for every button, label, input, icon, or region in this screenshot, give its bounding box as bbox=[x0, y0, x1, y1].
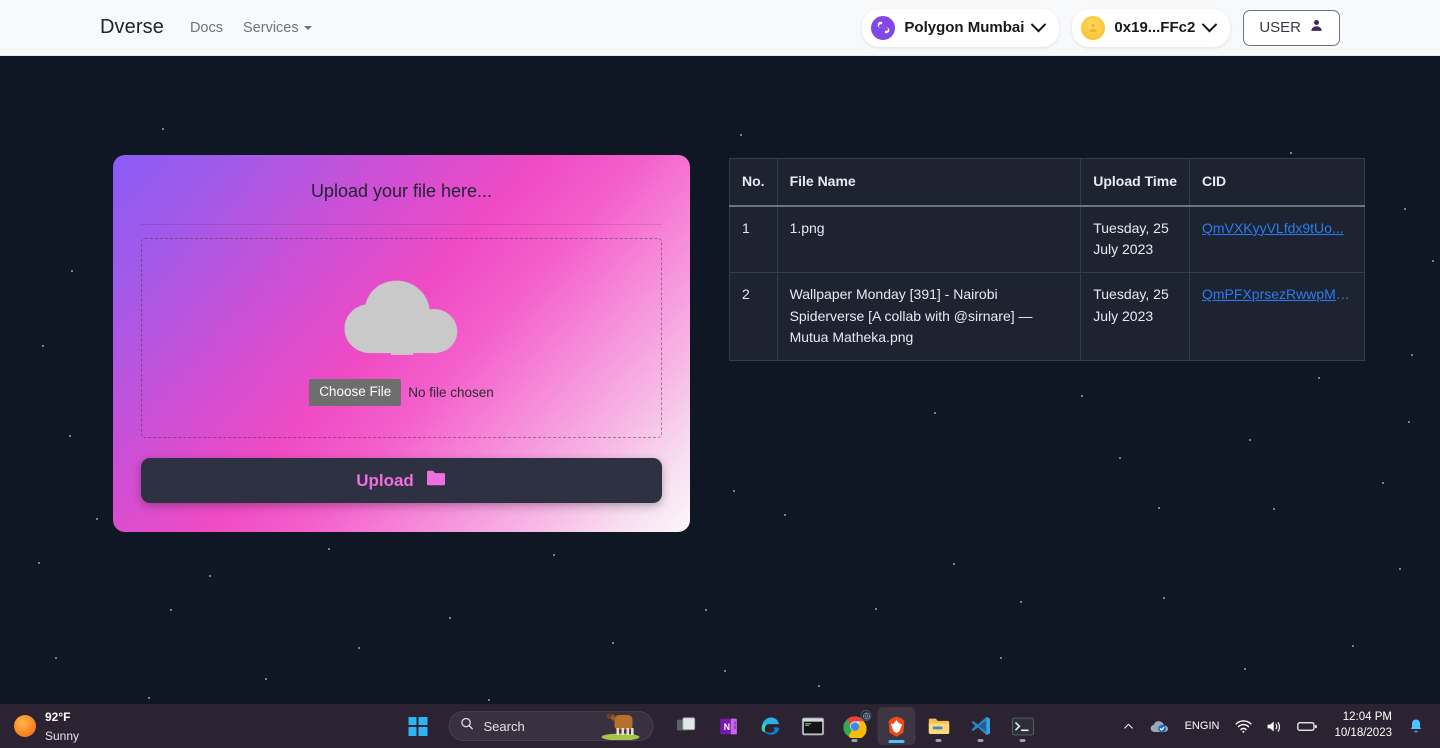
cid-link[interactable]: QmVXKyyVLfdx9tUo... bbox=[1202, 218, 1352, 240]
sun-icon bbox=[14, 715, 36, 737]
upload-card-divider bbox=[141, 224, 662, 225]
chevron-down-icon bbox=[303, 25, 312, 30]
active-indicator bbox=[888, 740, 905, 743]
edge-icon[interactable] bbox=[752, 707, 790, 745]
running-indicator bbox=[851, 739, 858, 742]
files-table-head: No. File Name Upload Time CID bbox=[729, 157, 1365, 207]
bell-icon[interactable] bbox=[1402, 707, 1430, 745]
cid-link[interactable]: QmPFXprsezRwwpMS... bbox=[1202, 284, 1352, 306]
files-table-container: No. File Name Upload Time CID 1 1.png Tu… bbox=[729, 157, 1365, 362]
chevron-down-icon bbox=[1202, 16, 1218, 33]
cell-no: 2 bbox=[729, 272, 778, 362]
search-icon bbox=[460, 716, 475, 736]
speaker-icon[interactable] bbox=[1260, 707, 1289, 745]
language-secondary: IN bbox=[1208, 719, 1220, 732]
svg-text:N: N bbox=[723, 722, 729, 732]
file-chosen-status: No file chosen bbox=[408, 385, 494, 400]
network-name: Polygon Mumbai bbox=[904, 19, 1025, 36]
antelope-illustration-icon bbox=[601, 712, 640, 740]
cell-upload-time: Tuesday, 25 July 2023 bbox=[1080, 272, 1190, 362]
folder-icon bbox=[425, 469, 447, 492]
files-table-header-row: No. File Name Upload Time CID bbox=[729, 157, 1365, 207]
onedrive-icon[interactable] bbox=[1143, 707, 1175, 745]
running-indicator bbox=[977, 739, 984, 742]
app-root: Dverse Docs Services Polygon Mumbai 0x19… bbox=[0, 0, 1440, 748]
choose-file-button[interactable]: Choose File bbox=[309, 379, 402, 406]
cell-no: 1 bbox=[729, 205, 778, 274]
table-row: 2 Wallpaper Monday [391] - Nairobi Spide… bbox=[729, 272, 1365, 362]
wallet-address-button[interactable]: 0x19...FFc2 bbox=[1072, 8, 1231, 47]
chevron-up-icon[interactable] bbox=[1116, 707, 1141, 745]
taskbar-clock[interactable]: 12:04 PM 10/18/2023 bbox=[1326, 710, 1400, 741]
user-menu-button[interactable]: USER bbox=[1243, 9, 1340, 46]
nav-dropdown-services[interactable]: Services bbox=[243, 20, 312, 36]
clock-date: 10/18/2023 bbox=[1334, 727, 1392, 739]
column-header-cid: CID bbox=[1189, 157, 1365, 207]
primary-nav: Docs Services bbox=[190, 20, 312, 36]
cell-upload-time: Tuesday, 25 July 2023 bbox=[1080, 205, 1190, 274]
nav-dropdown-services-label: Services bbox=[243, 19, 299, 36]
wallet-address: 0x19...FFc2 bbox=[1114, 19, 1196, 36]
brave-icon[interactable] bbox=[877, 707, 916, 745]
taskbar-weather-widget[interactable]: 92°F Sunny bbox=[14, 707, 79, 745]
terminal-icon[interactable] bbox=[794, 707, 832, 745]
upload-card: Upload your file here... Choose File No … bbox=[113, 155, 690, 532]
running-indicator bbox=[1019, 739, 1026, 742]
search-placeholder: Search bbox=[483, 718, 525, 734]
clock-time: 12:04 PM bbox=[1342, 711, 1392, 724]
brand-logo[interactable]: Dverse bbox=[100, 16, 164, 39]
weather-condition: Sunny bbox=[45, 729, 80, 743]
upload-button-label: Upload bbox=[356, 470, 414, 490]
wallet-avatar-icon bbox=[1081, 15, 1106, 40]
table-row: 1 1.png Tuesday, 25 July 2023 QmVXKyyVLf… bbox=[729, 205, 1365, 274]
column-header-no: No. bbox=[729, 157, 778, 207]
windows-taskbar: 92°F Sunny Search N ENG IN 12:04 PM 10/1… bbox=[0, 704, 1440, 748]
language-indicator[interactable]: ENG IN bbox=[1177, 707, 1228, 745]
battery-icon[interactable] bbox=[1291, 707, 1324, 745]
column-header-upload-time: Upload Time bbox=[1080, 157, 1190, 207]
column-header-file-name: File Name bbox=[776, 157, 1082, 207]
network-selector-button[interactable]: Polygon Mumbai bbox=[862, 8, 1060, 47]
cell-file-name: Wallpaper Monday [391] - Nairobi Spiderv… bbox=[776, 272, 1082, 362]
running-indicator bbox=[935, 739, 942, 742]
powershell-icon[interactable] bbox=[1004, 707, 1042, 745]
cloud-upload-icon bbox=[344, 281, 457, 356]
language-primary: ENG bbox=[1184, 719, 1209, 732]
file-dropzone[interactable]: Choose File No file chosen bbox=[141, 238, 662, 438]
cell-cid: QmVXKyyVLfdx9tUo... bbox=[1189, 205, 1365, 274]
weather-text: 92°F Sunny bbox=[45, 707, 79, 745]
vscode-icon[interactable] bbox=[962, 707, 1000, 745]
windows-start-icon[interactable] bbox=[399, 707, 437, 745]
polygon-logo-icon bbox=[871, 15, 896, 40]
task-view-icon[interactable] bbox=[668, 707, 706, 745]
chevron-down-icon bbox=[1031, 16, 1047, 33]
taskbar-center-cluster: Search N bbox=[399, 707, 1042, 745]
cell-file-name: 1.png bbox=[776, 205, 1082, 274]
files-table-body: 1 1.png Tuesday, 25 July 2023 QmVXKyyVLf… bbox=[729, 205, 1365, 362]
globe-badge-icon bbox=[860, 710, 872, 721]
user-person-icon bbox=[1309, 18, 1324, 38]
onenote-icon[interactable]: N bbox=[710, 707, 748, 745]
top-navbar: Dverse Docs Services Polygon Mumbai 0x19… bbox=[0, 0, 1440, 56]
cell-cid: QmPFXprsezRwwpMS... bbox=[1189, 272, 1365, 362]
system-tray: ENG IN 12:04 PM 10/18/2023 bbox=[1116, 707, 1430, 745]
upload-button[interactable]: Upload bbox=[141, 458, 662, 503]
upload-card-title: Upload your file here... bbox=[310, 181, 493, 201]
file-input-control[interactable]: Choose File No file chosen bbox=[309, 379, 494, 406]
weather-temperature: 92°F bbox=[45, 709, 71, 724]
main-content: Upload your file here... Choose File No … bbox=[0, 56, 1440, 704]
nav-link-docs[interactable]: Docs bbox=[190, 20, 223, 36]
search-input[interactable]: Search bbox=[448, 711, 654, 741]
user-menu-label: USER bbox=[1259, 19, 1301, 36]
navbar-right-cluster: Polygon Mumbai 0x19...FFc2 USER bbox=[862, 8, 1340, 47]
chrome-icon[interactable] bbox=[836, 707, 874, 745]
files-table: No. File Name Upload Time CID 1 1.png Tu… bbox=[729, 157, 1365, 362]
wifi-icon[interactable] bbox=[1229, 707, 1258, 745]
file-explorer-icon[interactable] bbox=[920, 707, 958, 745]
